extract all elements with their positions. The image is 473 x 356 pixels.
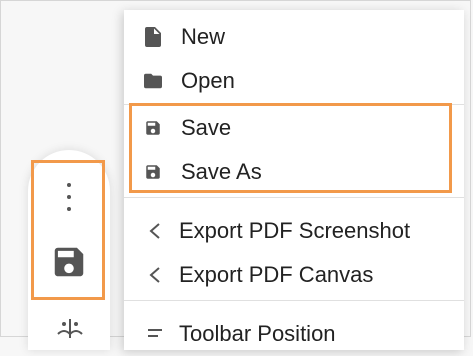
share-icon [146, 266, 164, 284]
menu-item-label: New [181, 24, 226, 49]
save-icon [54, 247, 84, 277]
menu-item-toolbar-position[interactable]: Toolbar Position [124, 312, 464, 356]
folder-icon [144, 72, 162, 90]
more-vertical-icon[interactable] [62, 180, 76, 214]
menu-item-label: Open [181, 68, 235, 93]
menu-divider [124, 104, 464, 105]
menu-divider [124, 197, 464, 198]
menu-item-export-pdf-screenshot[interactable]: Export PDF Screenshot [124, 209, 464, 253]
menu-item-label: Save [181, 115, 232, 140]
menu-divider [124, 300, 464, 301]
menu-item-label: Save As [181, 159, 262, 184]
file-menu: New Open Save Save As Export PDF Screens… [124, 10, 464, 350]
share-icon [146, 222, 164, 240]
menu-item-label: Export PDF Canvas [179, 262, 374, 287]
menu-item-label: Toolbar Position [179, 321, 336, 346]
menu-item-new[interactable]: New [124, 15, 464, 59]
menu-item-open[interactable]: Open [124, 59, 464, 103]
menu-item-export-pdf-canvas[interactable]: Export PDF Canvas [124, 253, 464, 297]
menu-item-label: Export PDF Screenshot [179, 218, 411, 243]
menu-item-save-as[interactable]: Save As [124, 150, 464, 194]
save-as-icon [144, 163, 162, 181]
toolbar-save-button[interactable] [50, 243, 88, 281]
save-icon [144, 119, 162, 137]
file-icon [144, 27, 162, 47]
menu-item-save[interactable]: Save [124, 106, 464, 150]
tool-icon[interactable] [54, 318, 86, 338]
toolbar-position-icon [146, 325, 164, 343]
